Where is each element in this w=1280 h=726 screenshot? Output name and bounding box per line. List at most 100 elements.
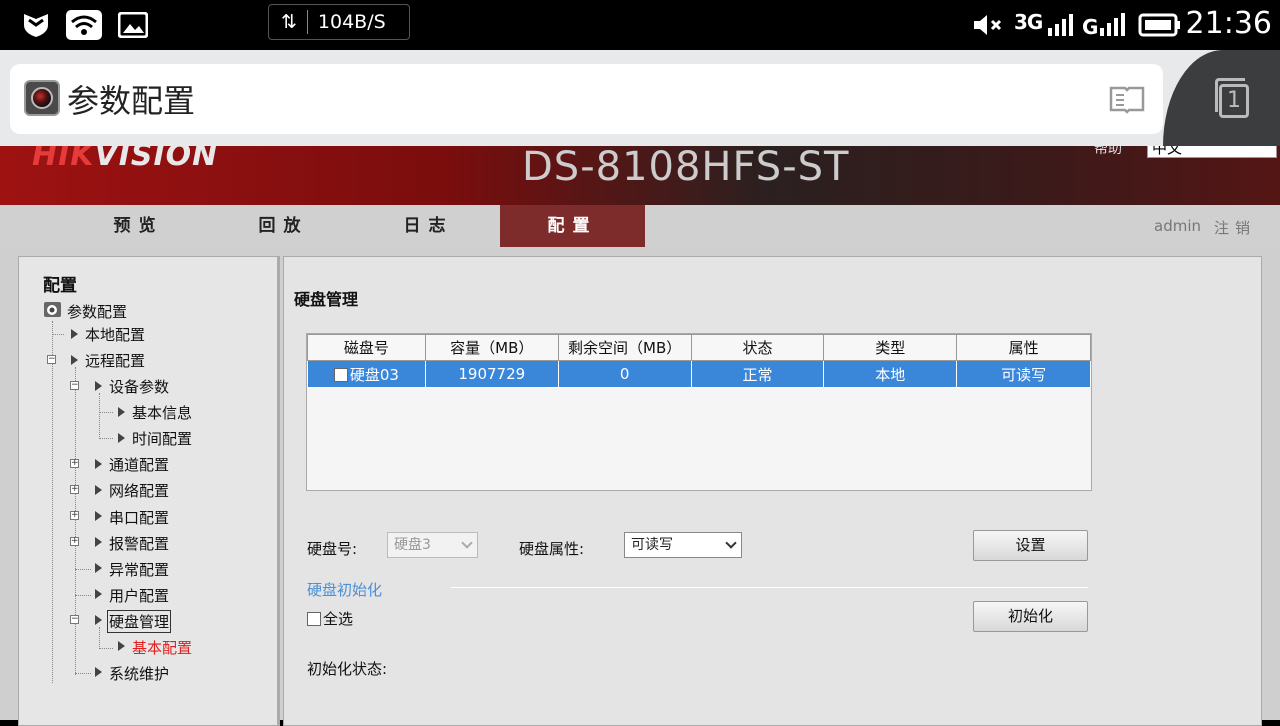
disk-number-label: 硬盘号: <box>307 540 358 558</box>
signal-g-icon: G <box>1082 10 1126 40</box>
tab-playback[interactable]: 回放 <box>211 205 356 247</box>
expand-arrow-icon <box>118 407 125 417</box>
tree-item-time-config[interactable]: 时间配置 <box>132 428 192 449</box>
disk-init-section-title: 硬盘初始化 <box>307 581 383 599</box>
chevron-down-icon <box>725 537 737 549</box>
content-area: 配置 参数配置 本地配置 − 远程配置 − 设备参数 基本信息 时间配置 + 通… <box>0 247 1280 726</box>
expand-arrow-icon <box>118 641 125 651</box>
tree-item-alarm-config[interactable]: 报警配置 <box>109 533 169 554</box>
tree-item-basic-config[interactable]: 基本配置 <box>132 637 192 658</box>
expand-arrow-icon <box>95 563 102 573</box>
disk-attribute-label: 硬盘属性: <box>519 540 585 558</box>
device-header: HIKVISION DS-8108HFS-ST 帮助 中文 <box>0 146 1280 205</box>
expand-plus-icon[interactable]: + <box>70 537 79 546</box>
table-cell: 本地 <box>823 360 958 388</box>
tree-item-channel-config[interactable]: 通道配置 <box>109 454 169 475</box>
expand-plus-icon[interactable]: + <box>70 485 79 494</box>
wifi-icon <box>66 10 102 40</box>
collapse-icon[interactable]: − <box>47 355 56 364</box>
image-icon <box>118 10 148 40</box>
tree-item-param-config[interactable]: 参数配置 <box>67 301 127 322</box>
table-cell: 1907729 <box>424 360 559 388</box>
table-cell: 0 <box>557 360 692 388</box>
sidebar-title: 配置 <box>43 276 77 296</box>
language-select[interactable]: 中文 <box>1147 146 1277 158</box>
table-cell: 可读写 <box>956 360 1091 388</box>
section-divider <box>451 587 1088 588</box>
disk-table: 磁盘号 容量（MB） 剩余空间（MB） 状态 类型 属性 硬盘03 190772… <box>306 333 1092 491</box>
table-cell[interactable]: 硬盘03 <box>307 360 426 388</box>
select-all-checkbox[interactable] <box>307 612 321 626</box>
column-header: 剩余空间（MB） <box>557 334 692 361</box>
tree-item-disk-management[interactable]: 硬盘管理 <box>107 610 172 633</box>
mute-icon <box>972 10 1006 40</box>
expand-arrow-icon <box>95 589 102 599</box>
settings-gear-icon <box>43 300 63 324</box>
set-button[interactable]: 设置 <box>973 530 1088 561</box>
expand-arrow-icon <box>95 459 102 469</box>
net-speed: 104B/S <box>317 11 386 33</box>
tree-item-local-config[interactable]: 本地配置 <box>85 324 145 345</box>
tab-switcher-button[interactable]: 1 <box>1163 50 1280 146</box>
row-checkbox[interactable] <box>333 367 348 382</box>
expand-arrow-icon <box>95 485 102 495</box>
config-tree: 配置 参数配置 本地配置 − 远程配置 − 设备参数 基本信息 时间配置 + 通… <box>18 256 280 726</box>
column-header: 类型 <box>823 334 958 361</box>
table-row[interactable]: 硬盘03 1907729 0 正常 本地 可读写 <box>307 360 1091 388</box>
expand-arrow-icon <box>95 381 102 391</box>
column-header: 状态 <box>690 334 825 361</box>
site-favicon-icon <box>24 80 60 116</box>
select-all-label: 全选 <box>323 610 354 628</box>
chevron-down-icon <box>461 537 473 549</box>
table-cell: 正常 <box>690 360 825 388</box>
collapse-icon[interactable]: − <box>70 615 79 624</box>
initialize-button[interactable]: 初始化 <box>973 601 1088 632</box>
init-status-label: 初始化状态: <box>307 660 388 678</box>
tree-item-system-maintenance[interactable]: 系统维护 <box>109 663 169 684</box>
tree-item-device-params[interactable]: 设备参数 <box>109 376 169 397</box>
updown-arrows-icon: ⇅ <box>281 11 297 33</box>
expand-arrow-icon <box>118 433 125 443</box>
disk-management-panel: 硬盘管理 磁盘号 容量（MB） 剩余空间（MB） 状态 类型 属性 硬盘03 1… <box>283 256 1262 726</box>
expand-arrow-icon <box>95 537 102 547</box>
column-header: 属性 <box>956 334 1091 361</box>
help-link[interactable]: 帮助 <box>1094 146 1122 158</box>
disk-attribute-select[interactable]: 可读写 <box>624 532 742 558</box>
signal-icon <box>1044 10 1078 40</box>
svg-text:G: G <box>1082 15 1098 38</box>
browser-toolbar: 参数配置 1 <box>0 50 1280 146</box>
tab-log[interactable]: 日志 <box>356 205 501 247</box>
tab-preview[interactable]: 预览 <box>66 205 211 247</box>
tab-count: 1 <box>1219 84 1249 118</box>
panel-title: 硬盘管理 <box>294 290 359 309</box>
collapse-icon[interactable]: − <box>70 381 79 390</box>
tree-item-exception-config[interactable]: 异常配置 <box>109 559 169 580</box>
tab-config[interactable]: 配置 <box>500 205 645 247</box>
hikvision-logo: HIKVISION <box>32 146 219 173</box>
network-type: 3G <box>1014 10 1043 34</box>
logout-link[interactable]: 注销 <box>1214 217 1256 238</box>
tree-item-serial-config[interactable]: 串口配置 <box>109 507 169 528</box>
tree-item-user-config[interactable]: 用户配置 <box>109 585 169 606</box>
column-header: 容量（MB） <box>424 334 559 361</box>
expand-arrow-icon <box>71 355 78 365</box>
device-model: DS-8108HFS-ST <box>522 146 850 190</box>
main-nav: 预览 回放 日志 配置 admin 注销 <box>0 205 1280 247</box>
clock: 21:36 <box>1185 6 1272 41</box>
reader-mode-icon[interactable] <box>1109 84 1145 114</box>
expand-arrow-icon <box>71 329 78 339</box>
page-title: 参数配置 <box>67 82 196 120</box>
net-speed-indicator: ⇅ 104B/S <box>268 4 410 40</box>
tree-item-network-config[interactable]: 网络配置 <box>109 480 169 501</box>
select-all-control[interactable]: 全选 <box>307 608 353 629</box>
disk-number-select: 硬盘3 <box>387 532 478 558</box>
battery-icon <box>1138 10 1182 40</box>
address-bar[interactable]: 参数配置 <box>10 64 1163 134</box>
status-bar: ⇅ 104B/S 3G G 21:36 <box>0 0 1280 50</box>
expand-plus-icon[interactable]: + <box>70 511 79 520</box>
tree-item-remote-config[interactable]: 远程配置 <box>85 350 145 371</box>
expand-plus-icon[interactable]: + <box>70 459 79 468</box>
expand-arrow-icon <box>95 511 102 521</box>
expand-arrow-icon <box>95 615 102 625</box>
tree-item-basic-info[interactable]: 基本信息 <box>132 402 192 423</box>
